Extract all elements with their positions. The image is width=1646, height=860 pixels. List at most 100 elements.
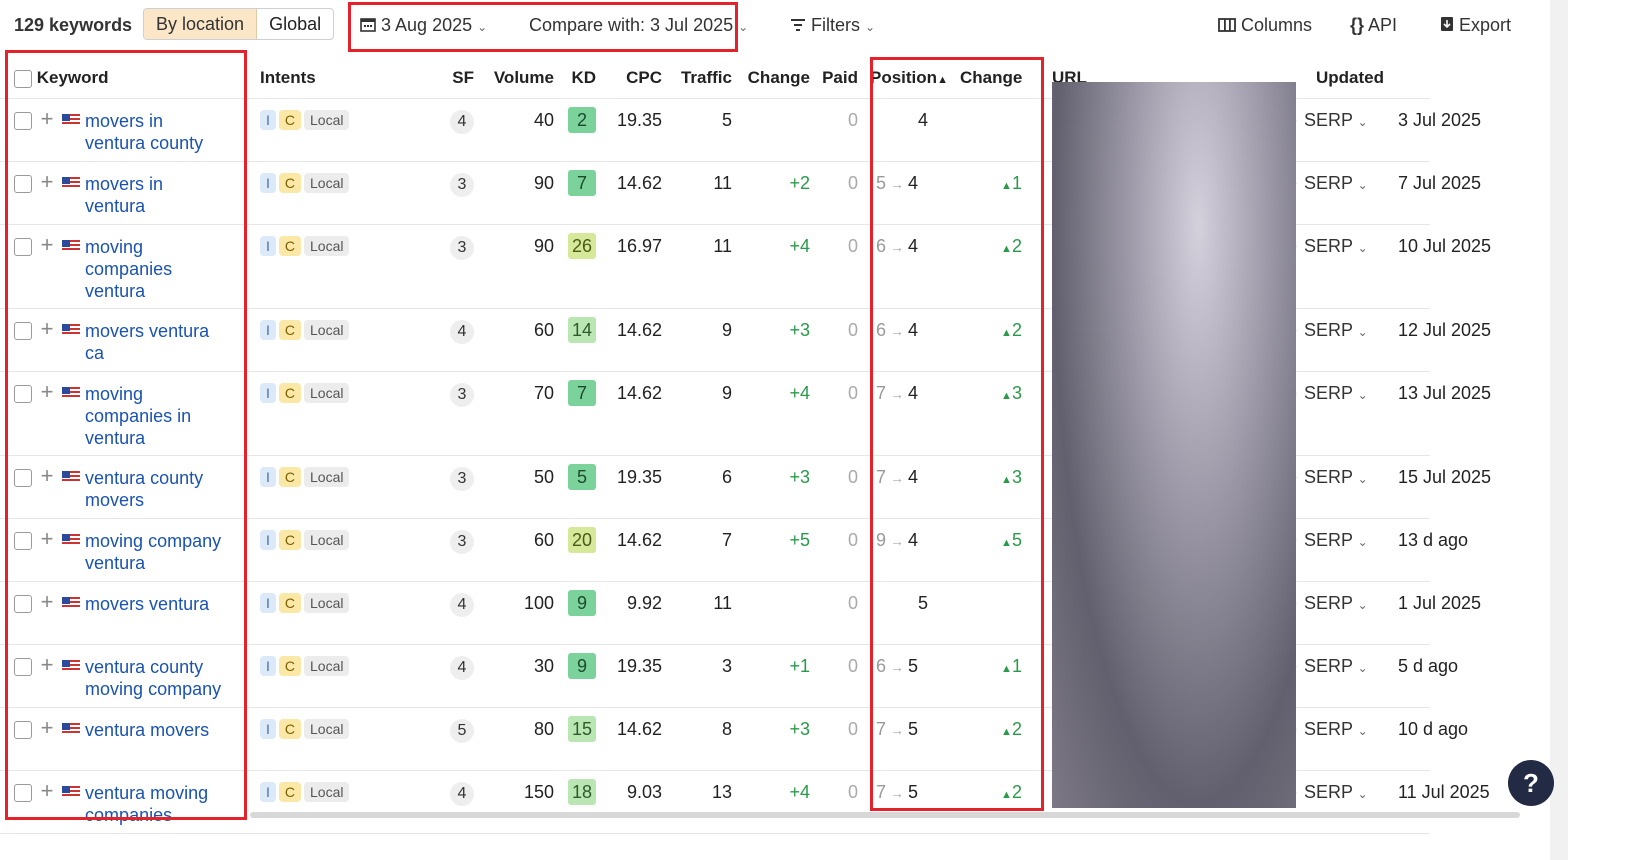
api-button[interactable]: {} API <box>1350 10 1397 40</box>
keyword-header[interactable]: Keyword <box>0 58 248 99</box>
previous-position: 9 <box>876 530 887 550</box>
serp-dropdown[interactable]: SERP ⌄ <box>1304 530 1368 551</box>
serp-dropdown[interactable]: SERP ⌄ <box>1304 320 1368 341</box>
sf-badge[interactable]: 4 <box>450 782 474 806</box>
sf-badge[interactable]: 4 <box>450 593 474 617</box>
row-checkbox[interactable] <box>14 322 32 341</box>
plus-icon[interactable]: + <box>37 318 57 340</box>
vertical-scrollbar[interactable] <box>1550 0 1568 860</box>
filters-button[interactable]: Filters ⌄ <box>790 10 875 40</box>
keyword-link[interactable]: movers ventura <box>85 593 225 615</box>
serp-dropdown[interactable]: SERP ⌄ <box>1304 656 1368 677</box>
trend-icon[interactable]: ↗ ⌄ <box>1272 656 1299 673</box>
row-checkbox[interactable] <box>14 238 32 257</box>
row-checkbox[interactable] <box>14 658 32 677</box>
cpc-header[interactable]: CPC <box>602 58 668 99</box>
updated-header[interactable]: Updated <box>1309 58 1430 99</box>
plus-icon[interactable]: + <box>37 780 57 802</box>
sf-badge[interactable]: 5 <box>450 719 474 743</box>
row-checkbox[interactable] <box>14 385 32 404</box>
url-header[interactable]: URL <box>1039 58 1310 99</box>
trend-icon[interactable]: ↗ ⌄ <box>1272 110 1299 127</box>
row-checkbox[interactable] <box>14 784 32 803</box>
us-flag-icon <box>62 240 81 252</box>
sf-badge[interactable]: 4 <box>450 320 474 344</box>
trend-icon[interactable]: ↗ ⌄ <box>1272 530 1299 547</box>
global-button[interactable]: Global <box>257 9 333 39</box>
plus-icon[interactable]: + <box>37 591 57 613</box>
trend-icon[interactable]: ↗ ⌄ <box>1272 236 1299 253</box>
keyword-link[interactable]: moving companies in ventura <box>85 383 225 449</box>
table-row: + movers in ventura I C Local 3 90 7 14.62 11 +2 0… <box>0 161 1481 225</box>
current-position: 5 <box>908 782 919 802</box>
date-picker[interactable]: 3 Aug 2025 ⌄ <box>360 10 487 40</box>
compare-picker[interactable]: Compare with: 3 Jul 2025 ⌄ <box>529 10 748 40</box>
keyword-link[interactable]: movers ventura ca <box>85 320 225 364</box>
traffic-header[interactable]: Traffic <box>668 58 738 99</box>
sf-badge[interactable]: 3 <box>450 173 474 197</box>
volume-header[interactable]: Volume <box>480 58 560 99</box>
sf-badge[interactable]: 3 <box>450 383 474 407</box>
row-checkbox[interactable] <box>14 532 32 551</box>
serp-dropdown[interactable]: SERP ⌄ <box>1304 236 1368 257</box>
position-change-header[interactable]: Change <box>953 58 1040 99</box>
sf-badge[interactable]: 4 <box>450 110 474 134</box>
trend-icon[interactable]: ↗ ⌄ <box>1272 467 1299 484</box>
serp-dropdown[interactable]: SERP ⌄ <box>1304 719 1368 740</box>
horizontal-scrollbar[interactable] <box>250 812 1520 818</box>
row-checkbox[interactable] <box>14 721 32 740</box>
keyword-link[interactable]: movers in ventura <box>85 173 225 217</box>
plus-icon[interactable]: + <box>37 654 57 676</box>
volume-cell: 100 <box>480 581 560 645</box>
select-all-checkbox[interactable] <box>14 69 32 88</box>
serp-dropdown[interactable]: SERP ⌄ <box>1304 110 1368 131</box>
trend-icon[interactable]: ↗ ⌄ <box>1272 173 1299 190</box>
plus-icon[interactable]: + <box>37 381 57 403</box>
volume-cell: 40 <box>480 98 560 162</box>
traffic-change-cell: +3 <box>738 455 816 519</box>
trend-icon[interactable]: ↗ ⌄ <box>1272 593 1299 610</box>
plus-icon[interactable]: + <box>37 234 57 256</box>
export-button[interactable]: Export <box>1440 10 1511 40</box>
plus-icon[interactable]: + <box>37 108 57 130</box>
sf-badge[interactable]: 3 <box>450 530 474 554</box>
row-checkbox[interactable] <box>14 175 32 194</box>
keyword-link[interactable]: movers in ventura county <box>85 110 225 154</box>
paid-header[interactable]: Paid <box>816 58 864 99</box>
keyword-link[interactable]: ventura county moving company <box>85 656 225 700</box>
trend-icon[interactable]: ↗ ⌄ <box>1272 320 1299 337</box>
kd-header[interactable]: KD <box>560 58 602 99</box>
sf-badge[interactable]: 3 <box>450 236 474 260</box>
plus-icon[interactable]: + <box>37 171 57 193</box>
plus-icon[interactable]: + <box>37 717 57 739</box>
volume-cell: 30 <box>480 644 560 708</box>
row-checkbox[interactable] <box>14 112 32 131</box>
intents-header[interactable]: Intents <box>248 58 436 99</box>
change-header[interactable]: Change <box>738 58 816 99</box>
row-checkbox[interactable] <box>14 595 32 614</box>
trend-icon[interactable]: ↗ ⌄ <box>1272 782 1299 799</box>
plus-icon[interactable]: + <box>37 528 57 550</box>
by-location-button[interactable]: By location <box>144 9 258 39</box>
serp-dropdown[interactable]: SERP ⌄ <box>1304 593 1368 614</box>
serp-dropdown[interactable]: SERP ⌄ <box>1304 782 1368 803</box>
trend-icon[interactable]: ↗ ⌄ <box>1272 383 1299 400</box>
keyword-link[interactable]: ventura moving companies <box>85 782 225 826</box>
position-header[interactable]: Position▲ <box>864 58 954 99</box>
row-checkbox[interactable] <box>14 469 32 488</box>
serp-dropdown[interactable]: SERP ⌄ <box>1304 467 1368 488</box>
serp-dropdown[interactable]: SERP ⌄ <box>1304 173 1368 194</box>
sf-header[interactable]: SF <box>436 58 480 99</box>
plus-icon[interactable]: + <box>37 465 57 487</box>
sf-badge[interactable]: 3 <box>450 467 474 491</box>
columns-button[interactable]: Columns <box>1218 10 1312 40</box>
serp-dropdown[interactable]: SERP ⌄ <box>1304 383 1368 404</box>
trend-icon[interactable]: ↗ ⌄ <box>1272 719 1299 736</box>
help-button[interactable]: ? <box>1508 760 1554 806</box>
keyword-link[interactable]: ventura movers <box>85 719 225 741</box>
calendar-icon <box>360 11 376 41</box>
sf-badge[interactable]: 4 <box>450 656 474 680</box>
keyword-link[interactable]: moving company ventura <box>85 530 225 574</box>
keyword-link[interactable]: ventura county movers <box>85 467 225 511</box>
keyword-link[interactable]: moving companies ventura <box>85 236 225 302</box>
